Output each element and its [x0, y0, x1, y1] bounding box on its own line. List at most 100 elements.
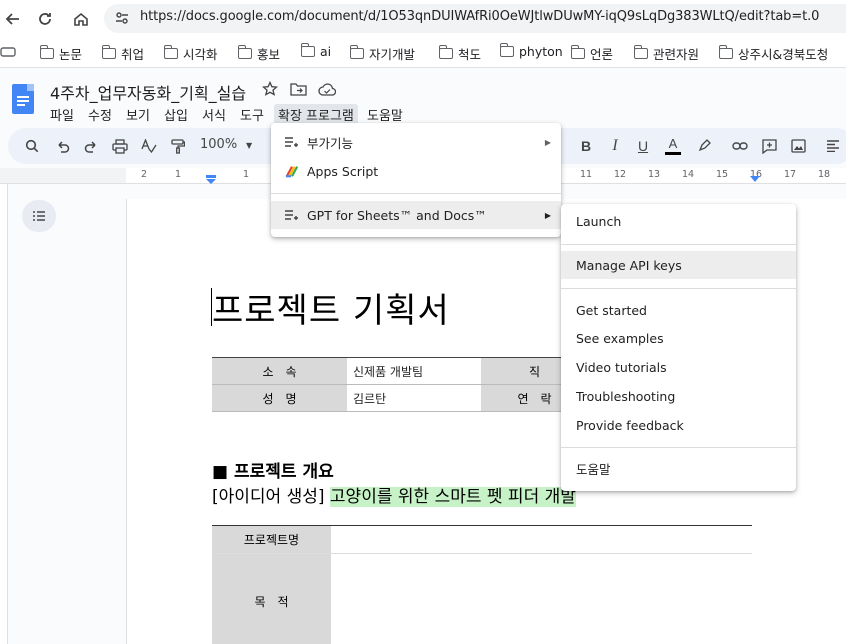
right-indent-marker-icon[interactable]: [750, 170, 760, 189]
bookmark-item[interactable]: 취업: [101, 44, 145, 63]
url-text[interactable]: https://docs.google.com/document/d/1O53q…: [140, 9, 819, 24]
paint-format-icon[interactable]: [168, 137, 188, 155]
folder-icon: [570, 45, 585, 59]
table-cell[interactable]: 김르탄: [347, 384, 481, 412]
bookmark-label: 취업: [121, 47, 145, 62]
table-cell[interactable]: 신제품 개발팀: [347, 357, 481, 385]
menu-edit[interactable]: 수정: [84, 104, 116, 125]
menu-item-get-started[interactable]: Get started: [561, 296, 796, 324]
menu-format[interactable]: 서식: [198, 104, 230, 125]
table-cell[interactable]: 소 속: [212, 357, 347, 385]
back-icon[interactable]: [0, 6, 26, 32]
menu-insert[interactable]: 삽입: [160, 104, 192, 125]
bookmark-item[interactable]: 자기개발: [349, 44, 416, 63]
bookmark-label: 언론: [590, 47, 614, 62]
bookmark-item[interactable]: phyton: [499, 43, 563, 59]
star-icon[interactable]: [261, 80, 279, 101]
menu-help[interactable]: 도움말: [363, 104, 407, 125]
bookmark-item[interactable]: 척도: [438, 44, 481, 63]
device-icon[interactable]: [0, 44, 16, 63]
bookmark-item[interactable]: 논문: [39, 44, 83, 63]
table-cell[interactable]: [331, 525, 752, 554]
vertical-ruler[interactable]: [0, 184, 8, 644]
docs-logo-icon[interactable]: [12, 84, 34, 114]
menu-file[interactable]: 파일: [46, 104, 78, 125]
info-table[interactable]: 소 속 신제품 개발팀 직 성 명 김르탄 연 락: [212, 357, 588, 412]
insert-image-icon[interactable]: [788, 137, 808, 155]
bookmark-item[interactable]: 시각화: [163, 44, 218, 63]
table-row: 목 적: [212, 553, 752, 644]
text-color-icon[interactable]: A: [663, 137, 683, 155]
menu-item-gpt-for-sheets[interactable]: GPT for Sheets™ and Docs™ ▶: [271, 201, 561, 229]
menu-item-troubleshooting[interactable]: Troubleshooting: [561, 382, 796, 410]
bookmark-item[interactable]: 상주시&경북도청: [718, 44, 829, 63]
home-icon[interactable]: [68, 6, 94, 32]
add-comment-icon[interactable]: [759, 137, 779, 155]
menu-item-manage-api-keys[interactable]: Manage API keys: [561, 251, 796, 279]
redo-icon[interactable]: [81, 137, 101, 155]
section-paragraph[interactable]: [아이디어 생성] 고양이를 위한 스마트 펫 피더 개발: [212, 482, 576, 507]
menu-item-label: Launch: [576, 213, 622, 229]
menu-item-label: Get started: [576, 302, 647, 318]
cloud-status-icon[interactable]: [318, 82, 337, 101]
menu-item-label: Video tutorials: [576, 359, 667, 375]
zoom-select[interactable]: 100%: [200, 137, 237, 152]
bookmark-label: 자기개발: [369, 47, 416, 62]
underline-icon[interactable]: U: [633, 137, 653, 155]
submenu-arrow-icon: ▶: [544, 210, 551, 220]
menu-view[interactable]: 보기: [122, 104, 154, 125]
menu-tools[interactable]: 도구: [236, 104, 268, 125]
table-cell[interactable]: [331, 553, 752, 644]
bookmark-label: 상주시&경북도청: [738, 47, 829, 62]
menu-item-label: GPT for Sheets™ and Docs™: [307, 207, 487, 223]
italic-icon[interactable]: I: [605, 137, 625, 155]
zoom-dropdown-icon[interactable]: ▼: [246, 141, 252, 150]
extensions-menu: 부가기능 ▶ Apps Script GPT for Sheets™ and D…: [271, 123, 561, 237]
ruler-number: 1: [175, 169, 182, 180]
bookmark-label: 논문: [59, 47, 83, 62]
bold-icon[interactable]: B: [576, 137, 596, 155]
menu-item-apps-script[interactable]: Apps Script: [271, 157, 561, 185]
bookmark-label: ai: [320, 44, 332, 59]
bookmark-item[interactable]: 언론: [570, 44, 614, 63]
move-folder-icon[interactable]: [290, 81, 307, 100]
highlight-icon[interactable]: [694, 137, 714, 155]
project-table[interactable]: 프로젝트명 목 적: [212, 525, 752, 644]
section-prefix: [아이디어 생성]: [212, 487, 330, 507]
menu-divider: [271, 193, 561, 194]
menu-item-launch[interactable]: Launch: [561, 207, 796, 235]
bookmark-item[interactable]: 관련자원: [633, 44, 699, 63]
align-left-icon[interactable]: [823, 137, 843, 155]
ruler-number: 13: [648, 169, 661, 180]
bookmark-item[interactable]: 홍보: [237, 44, 280, 63]
table-cell[interactable]: 성 명: [212, 384, 347, 412]
search-icon[interactable]: [22, 137, 42, 155]
ruler-number: 15: [716, 169, 729, 180]
document-title[interactable]: 4주차_업무자동화_기획_실습: [50, 80, 246, 104]
menu-item-video-tutorials[interactable]: Video tutorials: [561, 353, 796, 381]
ruler-margin: [0, 168, 126, 184]
highlighted-text: 고양이를 위한 스마트 펫 피더 개발: [329, 487, 576, 507]
undo-icon[interactable]: [52, 137, 72, 155]
menu-item-see-examples[interactable]: See examples: [561, 324, 796, 352]
document-outline-button[interactable]: [22, 200, 56, 232]
section-title[interactable]: ■ 프로젝트 개요: [212, 457, 334, 482]
menu-item-help[interactable]: 도움말: [561, 454, 796, 482]
table-cell[interactable]: 목 적: [212, 553, 331, 644]
reload-icon[interactable]: [32, 6, 58, 32]
folder-icon: [349, 45, 364, 59]
table-cell[interactable]: 프로젝트명: [212, 525, 331, 554]
site-info-icon[interactable]: [114, 10, 130, 30]
document-heading[interactable]: 프로젝트 기획서: [212, 283, 450, 332]
menu-item-provide-feedback[interactable]: Provide feedback: [561, 411, 796, 439]
ruler-number: 12: [614, 169, 627, 180]
spellcheck-icon[interactable]: [139, 137, 159, 155]
menu-divider: [561, 244, 796, 245]
menu-extensions[interactable]: 확장 프로그램: [274, 104, 358, 125]
bookmarks-bar: 논문 취업 시각화 홍보 ai 자기개발 척도 phyton 언론 관련자원 상주시&경북도청: [0, 36, 846, 68]
print-icon[interactable]: [110, 137, 130, 155]
indent-marker-icon[interactable]: [206, 170, 216, 189]
bookmark-item[interactable]: ai: [300, 43, 332, 59]
link-icon[interactable]: [730, 137, 750, 155]
menu-item-addons[interactable]: 부가기능 ▶: [271, 128, 561, 156]
